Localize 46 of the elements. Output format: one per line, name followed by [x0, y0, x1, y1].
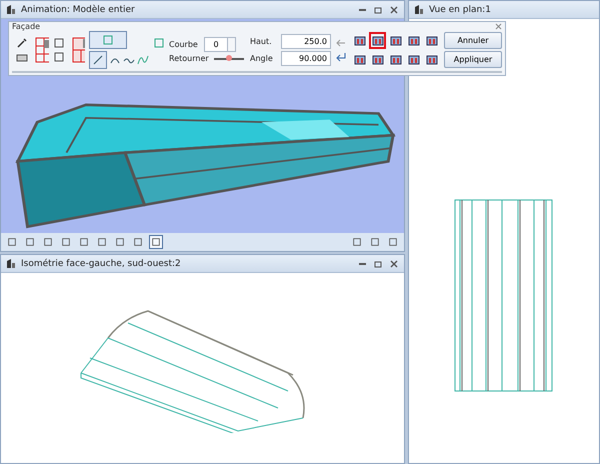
curve-field[interactable]: 0	[204, 36, 228, 52]
building-icon	[372, 35, 384, 46]
building-icon	[390, 54, 402, 65]
tool-icon	[102, 34, 114, 46]
app-icon	[5, 258, 17, 270]
tool-icon	[52, 51, 64, 63]
app-icon	[413, 4, 425, 16]
dialog-button[interactable]: Appliquer	[444, 51, 502, 68]
return-arrow-icon	[335, 51, 347, 63]
line-icon	[92, 54, 104, 66]
line-mode-button[interactable]	[89, 51, 107, 69]
curve-label: Courbe	[169, 40, 199, 48]
view-tool-button[interactable]	[149, 235, 163, 249]
building-icon	[372, 54, 384, 65]
minimize-icon[interactable]	[358, 262, 366, 264]
flip-label: Retourner	[169, 54, 209, 63]
close-icon[interactable]	[390, 6, 398, 14]
dialog-button[interactable]: Annuler	[444, 32, 502, 49]
building-icon	[354, 35, 366, 46]
maximize-icon[interactable]	[374, 6, 382, 14]
pipette-icon	[16, 37, 28, 49]
building-icon	[408, 35, 420, 46]
building-icon	[354, 54, 366, 65]
building-icon	[426, 35, 438, 46]
arrow-left-icon	[335, 37, 347, 49]
close-icon[interactable]	[390, 260, 398, 268]
building-icon	[390, 35, 402, 46]
height-label: Haut.	[250, 37, 273, 46]
height-field[interactable]: 250.0	[281, 34, 331, 49]
flip-slider-icon	[212, 54, 246, 64]
tool-icon	[52, 37, 64, 49]
minimize-icon[interactable]	[358, 8, 366, 10]
curve-icon	[137, 54, 149, 66]
building-icon	[408, 54, 420, 65]
dialog-title: Façade	[12, 22, 40, 31]
angle-label: Angle	[250, 54, 274, 63]
window-title: Animation: Modèle entier	[21, 4, 136, 14]
facade-option-button[interactable]	[369, 32, 386, 49]
building-icon	[426, 54, 438, 65]
window-title: Vue en plan:1	[429, 4, 492, 14]
app-icon	[5, 4, 17, 16]
angle-field[interactable]: 90.000	[281, 51, 331, 66]
mode-button[interactable]	[89, 31, 127, 49]
window-title: Isométrie face-gauche, sud-ouest:2	[21, 258, 182, 268]
maximize-icon[interactable]	[374, 260, 382, 268]
close-icon[interactable]	[495, 23, 502, 30]
